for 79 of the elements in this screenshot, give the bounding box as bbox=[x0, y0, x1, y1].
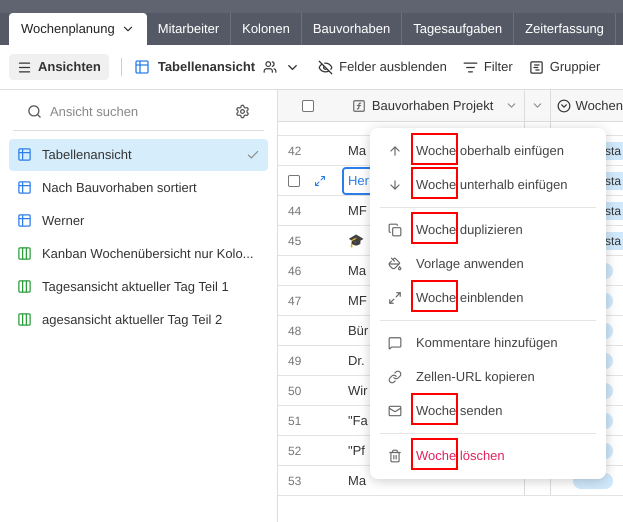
row-number: 45 bbox=[288, 232, 302, 250]
table-cell[interactable]: Ma bbox=[342, 260, 372, 280]
link-icon bbox=[388, 370, 402, 384]
paint-bucket-icon bbox=[388, 257, 402, 271]
view-label: agesansicht aktueller Tag Teil 2 bbox=[42, 310, 224, 329]
search-field[interactable]: Ansicht suchen bbox=[50, 102, 227, 122]
people-icon bbox=[263, 60, 278, 74]
arrow-up-icon bbox=[388, 144, 402, 158]
view-label: Kanban Wochenübersicht nur Kolo... bbox=[42, 244, 255, 263]
settings-icon[interactable] bbox=[235, 104, 250, 120]
dropdown-field-icon bbox=[556, 98, 571, 112]
menu-item[interactable]: Kommentare hinzufügen bbox=[380, 326, 596, 360]
list-icon bbox=[528, 60, 544, 74]
column-header[interactable]: Wochen bbox=[550, 90, 623, 121]
row-number: 46 bbox=[288, 262, 302, 280]
kanban-icon bbox=[17, 279, 32, 294]
view-switcher[interactable]: Tabellenansicht bbox=[134, 57, 300, 77]
hide-fields-button[interactable]: Felder ausblenden bbox=[318, 57, 447, 77]
tab[interactable]: Zeiterfassung bbox=[514, 13, 616, 45]
view-item[interactable]: Kanban Wochenübersicht nur Kolo... bbox=[9, 238, 268, 270]
table-icon bbox=[17, 147, 32, 162]
comment-icon bbox=[388, 336, 402, 350]
kanban-icon bbox=[17, 312, 32, 327]
row-number: 50 bbox=[288, 382, 302, 400]
tab[interactable]: Bauvorhaben bbox=[302, 13, 402, 45]
view-item[interactable]: Tabellenansicht bbox=[9, 138, 268, 170]
menu-icon bbox=[17, 60, 32, 74]
column-title: Wochen bbox=[576, 96, 623, 115]
table-cell[interactable]: MF bbox=[342, 290, 373, 310]
table-cell[interactable]: Dr. bbox=[342, 350, 371, 370]
view-label: Werner bbox=[42, 212, 86, 230]
column-header[interactable]: Bauvorhaben Projekt bbox=[338, 90, 525, 121]
tab[interactable]: Mitarbeiter bbox=[146, 13, 232, 45]
row-number: 52 bbox=[288, 442, 302, 460]
table-icon bbox=[17, 180, 32, 195]
view-item[interactable]: agesansicht aktueller Tag Teil 2 bbox=[9, 304, 268, 336]
view-item[interactable]: Nach Bauvorhaben sortiert bbox=[9, 172, 268, 204]
tab[interactable]: Wochenplanung bbox=[9, 13, 147, 45]
kanban-icon bbox=[17, 246, 32, 261]
formula-icon bbox=[352, 98, 366, 112]
views-button[interactable]: Ansichten bbox=[9, 54, 109, 80]
row-number: 53 bbox=[288, 472, 302, 490]
view-label: Tagesansicht aktueller Tag Teil 1 bbox=[42, 278, 230, 296]
row-number: 44 bbox=[288, 202, 302, 220]
arrow-down-icon bbox=[388, 178, 402, 192]
table-icon bbox=[134, 59, 150, 75]
table-cell[interactable]: Ma bbox=[342, 470, 372, 490]
tab[interactable]: Tagesaufgaben bbox=[402, 13, 514, 45]
table-cell[interactable]: Bür bbox=[342, 320, 374, 340]
row-number: 42 bbox=[288, 142, 302, 160]
select-all-checkbox[interactable] bbox=[302, 100, 314, 112]
table-cell[interactable]: "Pf bbox=[342, 440, 371, 460]
view-label: Tabellenansicht bbox=[42, 146, 133, 164]
eye-off-icon bbox=[318, 60, 334, 74]
row-number: 48 bbox=[288, 322, 302, 340]
menu-item[interactable]: Zellen-URL kopieren bbox=[380, 360, 596, 394]
filter-icon bbox=[462, 60, 478, 74]
view-item[interactable]: Werner bbox=[9, 204, 268, 236]
table-cell[interactable]: MF bbox=[342, 200, 373, 220]
row-number: 51 bbox=[288, 412, 302, 430]
expand-icon[interactable] bbox=[314, 174, 326, 186]
row-checkbox[interactable] bbox=[288, 174, 300, 186]
tab[interactable]: Kolonen bbox=[231, 13, 302, 45]
filter-button[interactable]: Filter bbox=[462, 57, 513, 77]
table-cell[interactable]: "Fa bbox=[342, 410, 374, 430]
view-item[interactable]: Tagesansicht aktueller Tag Teil 1 bbox=[9, 270, 268, 302]
table-icon bbox=[17, 213, 32, 228]
group-button[interactable]: Gruppier bbox=[528, 57, 600, 77]
view-label: Nach Bauvorhaben sortiert bbox=[42, 178, 198, 197]
copy-icon bbox=[388, 223, 402, 237]
trash-icon bbox=[388, 449, 402, 463]
table-cell[interactable]: Wir bbox=[342, 380, 374, 400]
mail-icon bbox=[388, 404, 402, 418]
row-number: 49 bbox=[288, 352, 302, 370]
column-title: Bauvorhaben Projekt bbox=[372, 96, 494, 115]
table-cell[interactable]: Ma bbox=[342, 140, 372, 160]
search-icon bbox=[27, 104, 42, 120]
row-number: 47 bbox=[288, 292, 302, 310]
expand-icon bbox=[388, 291, 402, 305]
